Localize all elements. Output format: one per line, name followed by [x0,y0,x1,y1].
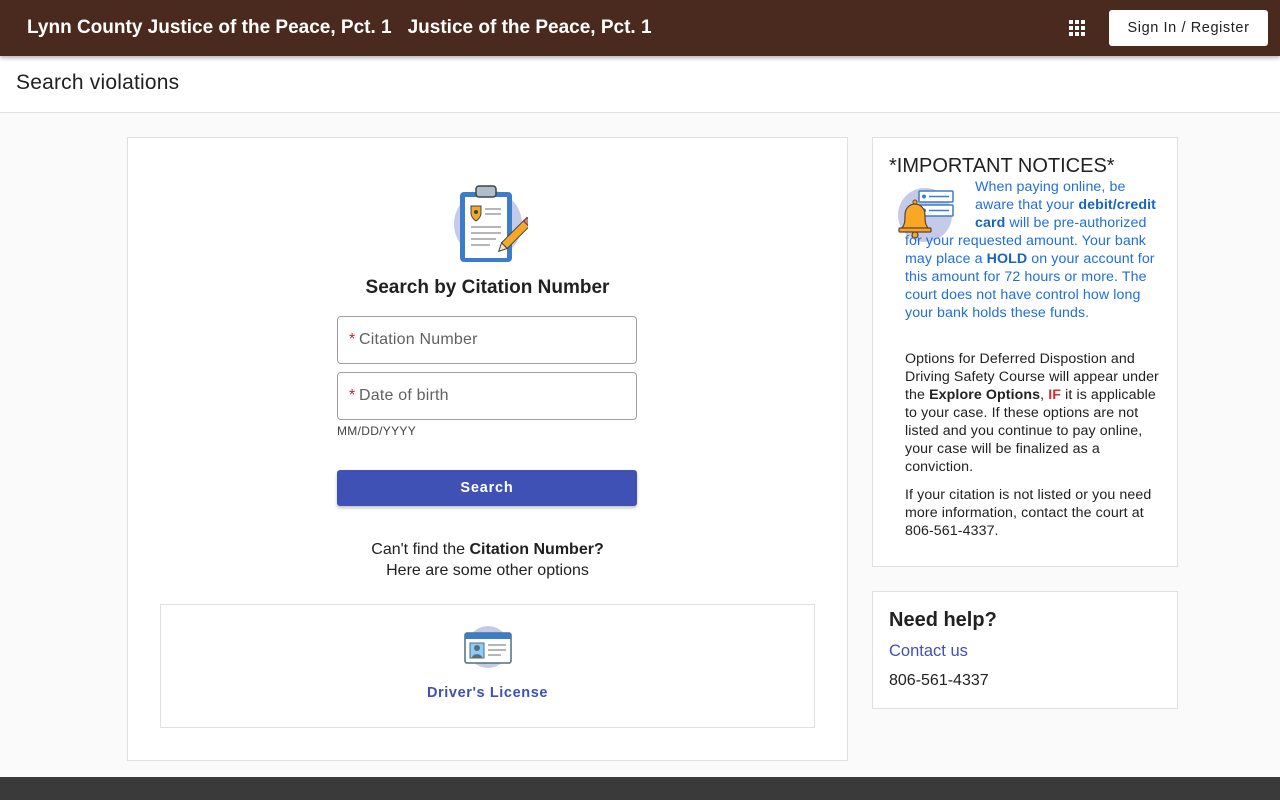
search-by-citation-heading: Search by Citation Number [365,277,610,298]
sign-in-register-button[interactable]: Sign In / Register [1109,10,1268,46]
date-of-birth-placeholder: Date of birth [359,387,449,404]
options-if: IF [1048,387,1062,403]
date-of-birth-input[interactable]: * Date of birth [337,372,637,420]
citation-number-input[interactable]: * Citation Number [337,316,637,364]
cant-find-bold: Citation Number? [469,541,604,558]
search-card: Search by Citation Number * Citation Num… [127,137,848,761]
drivers-license-label: Driver's License [426,685,549,701]
cant-find-text: Can't find the Citation Number? Here are… [128,539,847,581]
card-hold-notice: When paying online, be aware that your d… [905,178,1165,322]
cant-find-prefix: Can't find the [371,541,470,558]
page-header: Search violations [0,56,1280,113]
drivers-license-option[interactable]: Driver's License [160,604,815,728]
options-bold: Explore Options [929,387,1041,403]
contact-court-notice: If your citation is not listed or you ne… [905,487,1152,539]
page-footer [0,777,1280,800]
court-name[interactable]: Lynn County Justice of the Peace, Pct. 1 [27,17,392,39]
deferred-options-notice: Options for Deferred Dispostion and Driv… [905,350,1165,476]
help-heading: Need help? [889,609,997,631]
other-options-text: Here are some other options [386,562,589,579]
app-header: Lynn County Justice of the Peace, Pct. 1… [0,0,1280,56]
help-phone-number: 806-561-4337 [889,672,989,689]
contact-us-link[interactable]: Contact us [889,642,968,661]
clipboard-badge-pencil-icon [454,185,528,262]
important-notices-card: *IMPORTANT NOTICES* When paying online, … [872,137,1178,567]
apps-grid-icon[interactable] [1066,17,1088,39]
date-format-hint: MM/DD/YYYY [337,424,417,438]
required-marker: * [349,387,356,404]
search-button[interactable]: Search [337,470,637,506]
notices-heading: *IMPORTANT NOTICES* [889,155,1115,177]
page-title: Search violations [16,71,180,94]
required-marker: * [349,331,356,348]
hold-bold-2: HOLD [986,251,1028,267]
id-card-icon [464,626,512,668]
court-subtitle: Justice of the Peace, Pct. 1 [407,17,652,38]
citation-number-placeholder: Citation Number [359,331,478,348]
need-help-card: Need help? Contact us 806-561-4337 [872,591,1178,709]
